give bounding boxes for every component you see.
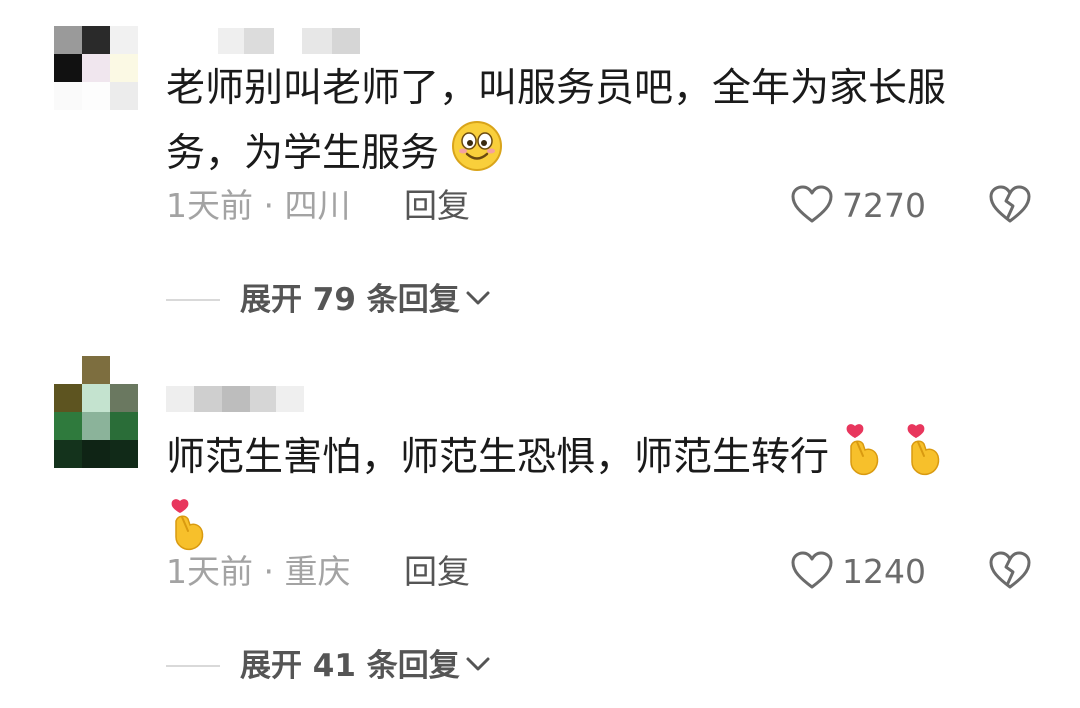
meta-separator: · xyxy=(263,186,275,225)
like-button[interactable]: 7270 xyxy=(790,184,926,228)
comment-time: 1天前 xyxy=(166,186,253,225)
reply-button[interactable]: 回复 xyxy=(404,184,470,228)
avatar[interactable] xyxy=(54,356,138,468)
comment-item: 老师别叫老师了，叫服务员吧，全年为家长服 务，为学生服务 1天前 · 四川 回复 xyxy=(0,0,1080,330)
divider-line xyxy=(166,665,220,667)
dislike-button[interactable] xyxy=(988,184,1036,228)
heart-outline-icon xyxy=(790,184,834,228)
expand-replies-button[interactable]: 展开 41 条回复 xyxy=(166,644,492,688)
expand-replies-label: 展开 41 条回复 xyxy=(240,648,460,684)
expand-replies-label: 展开 79 条回复 xyxy=(240,282,460,318)
avatar[interactable] xyxy=(54,26,138,110)
divider-line xyxy=(166,299,220,301)
meta-separator: · xyxy=(263,552,275,591)
username-blurred[interactable] xyxy=(166,28,366,54)
comment-time: 1天前 xyxy=(166,552,253,591)
dislike-button[interactable] xyxy=(988,550,1036,594)
comment-text-line-2: 务，为学生服务 xyxy=(166,120,1026,191)
chevron-down-icon xyxy=(464,288,492,312)
reply-button[interactable]: 回复 xyxy=(404,550,470,594)
comment-text-line: 务，为学生服务 xyxy=(166,131,440,176)
comment-text: 老师别叫老师了，叫服务员吧，全年为家长服 务，为学生服务 xyxy=(166,58,1026,191)
like-count: 1240 xyxy=(842,552,926,591)
smile-emoji-icon xyxy=(451,120,503,191)
username-blurred[interactable] xyxy=(166,386,366,412)
comment-meta: 1天前 · 重庆 xyxy=(166,550,351,594)
expand-replies-button[interactable]: 展开 79 条回复 xyxy=(166,278,492,322)
comment-text-line: 老师别叫老师了，叫服务员吧，全年为家长服 xyxy=(166,66,947,111)
broken-heart-icon xyxy=(988,551,1032,594)
broken-heart-icon xyxy=(988,185,1032,228)
finger-heart-emoji-icon xyxy=(841,422,889,497)
comment-location: 重庆 xyxy=(284,552,351,591)
finger-heart-emoji-icon xyxy=(902,422,950,497)
comment-meta: 1天前 · 四川 xyxy=(166,184,351,228)
comment-location: 四川 xyxy=(284,186,351,225)
chevron-down-icon xyxy=(464,654,492,678)
comment-item: 师范生害怕，师范生恐惧，师范生转行 1天前 · 重庆 回复 1240 展开 41… xyxy=(0,340,1080,708)
comment-text-line-1: 师范生害怕，师范生恐惧，师范生转行 xyxy=(166,422,1026,497)
like-count: 7270 xyxy=(842,186,926,225)
heart-outline-icon xyxy=(790,550,834,594)
comment-text-line: 师范生害怕，师范生恐惧，师范生转行 xyxy=(166,435,830,480)
like-button[interactable]: 1240 xyxy=(790,550,926,594)
